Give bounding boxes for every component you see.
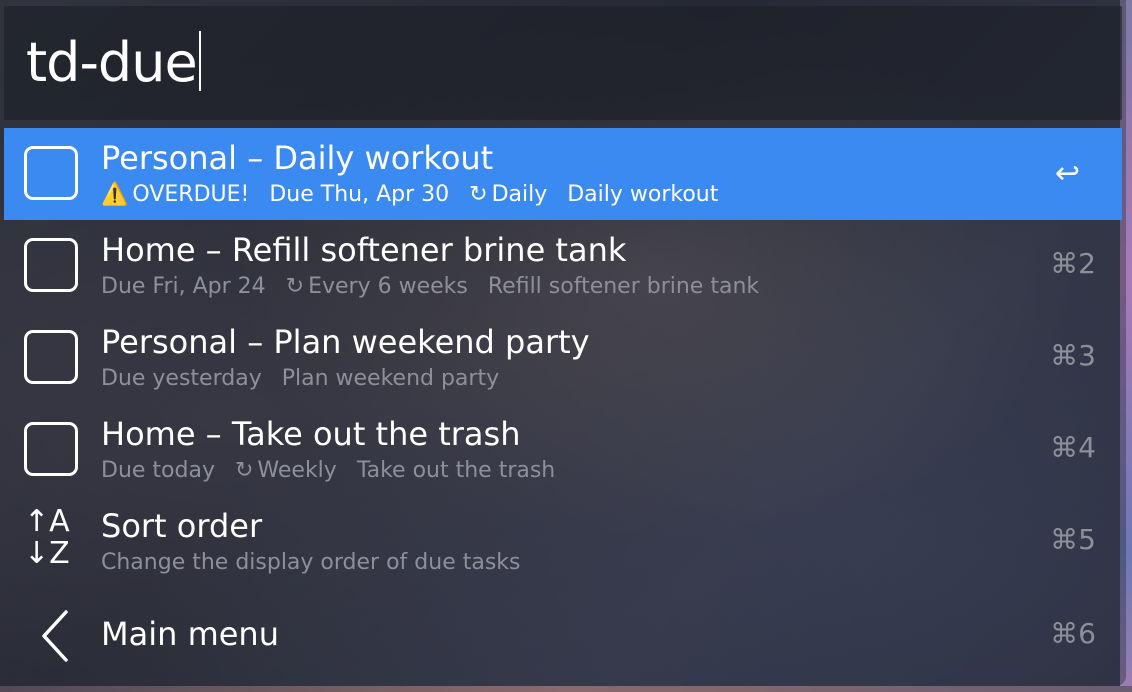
- repeat-frequency: Weekly: [257, 458, 337, 483]
- shortcut-label: ⌘5: [1050, 523, 1096, 556]
- result-subtitle: ⚠️ OVERDUE! Due Thu, Apr 30 ↻ Daily Daily wor…: [101, 182, 738, 208]
- sort-icon-bottom: ↓Z: [24, 536, 70, 571]
- result-subtitle: Change the display order of due tasks: [101, 550, 521, 575]
- shortcut-label: ⌘6: [1050, 617, 1096, 650]
- result-subtitle: Due Fri, Apr 24 ↻ Every 6 weeks Refill soft…: [101, 274, 779, 300]
- overdue-status: OVERDUE!: [132, 182, 250, 207]
- checkbox-icon[interactable]: [24, 330, 78, 384]
- sort-az-icon: ↑A ↓Z: [24, 506, 84, 572]
- checkbox-icon[interactable]: [24, 238, 78, 292]
- sort-icon-top: ↑A: [24, 504, 70, 539]
- task-note: Refill softener brine tank: [487, 274, 760, 299]
- result-subtitle: Due today ↻ Weekly Take out the trash: [101, 458, 575, 484]
- result-row[interactable]: Home – Take out the trash Due today ↻ Week…: [4, 404, 1122, 496]
- shortcut-label: ⌘4: [1050, 431, 1096, 464]
- warning-icon: ⚠️: [101, 182, 129, 207]
- result-title: Sort order: [101, 507, 263, 545]
- task-note: Daily workout: [567, 182, 719, 207]
- result-title: Home – Take out the trash: [101, 415, 521, 453]
- due-date: Due today: [101, 458, 215, 483]
- shortcut-label: ⌘2: [1050, 247, 1096, 280]
- desktop-background-edge-bottom: [0, 686, 1132, 692]
- repeat-icon: ↻: [285, 274, 305, 299]
- result-title: Personal – Daily workout: [101, 139, 494, 177]
- return-key-icon: ↩: [1054, 156, 1080, 191]
- result-row-sort-order[interactable]: ↑A ↓Z Sort order Change the display orde…: [4, 496, 1122, 588]
- result-title: Main menu: [101, 615, 279, 653]
- text-caret: [198, 31, 201, 91]
- search-input[interactable]: td-due: [26, 28, 201, 98]
- repeat-icon: ↻: [469, 182, 488, 207]
- repeat-icon: ↻: [234, 458, 254, 483]
- due-date: Due yesterday: [101, 366, 262, 391]
- due-date: Due Fri, Apr 24: [101, 274, 266, 299]
- repeat-frequency: Daily: [491, 182, 548, 207]
- result-row[interactable]: Home – Refill softener brine tank Due Fr…: [4, 220, 1122, 312]
- checkbox-icon[interactable]: [24, 146, 78, 200]
- chevron-left-icon: [42, 610, 68, 662]
- result-title: Home – Refill softener brine tank: [101, 231, 627, 269]
- task-note: Take out the trash: [356, 458, 556, 483]
- result-row-main-menu[interactable]: Main menu ⌘6: [4, 588, 1122, 680]
- search-bar[interactable]: td-due: [4, 6, 1122, 120]
- repeat-frequency: Every 6 weeks: [308, 274, 468, 299]
- result-subtitle: Due yesterday Plan weekend party: [101, 366, 519, 392]
- result-row[interactable]: Personal – Daily workout ⚠️ OVERDUE! Due T…: [4, 128, 1122, 220]
- result-title: Personal – Plan weekend party: [101, 323, 590, 361]
- result-row[interactable]: Personal – Plan weekend party Due yester…: [4, 312, 1122, 404]
- search-query[interactable]: td-due: [26, 31, 198, 94]
- task-note: Plan weekend party: [281, 366, 500, 391]
- checkbox-icon[interactable]: [24, 422, 78, 476]
- launcher-window: td-due Personal – Daily workout ⚠️ OVERDU…: [0, 0, 1126, 686]
- shortcut-label: ⌘3: [1050, 339, 1096, 372]
- due-date: Due Thu, Apr 30: [269, 182, 450, 207]
